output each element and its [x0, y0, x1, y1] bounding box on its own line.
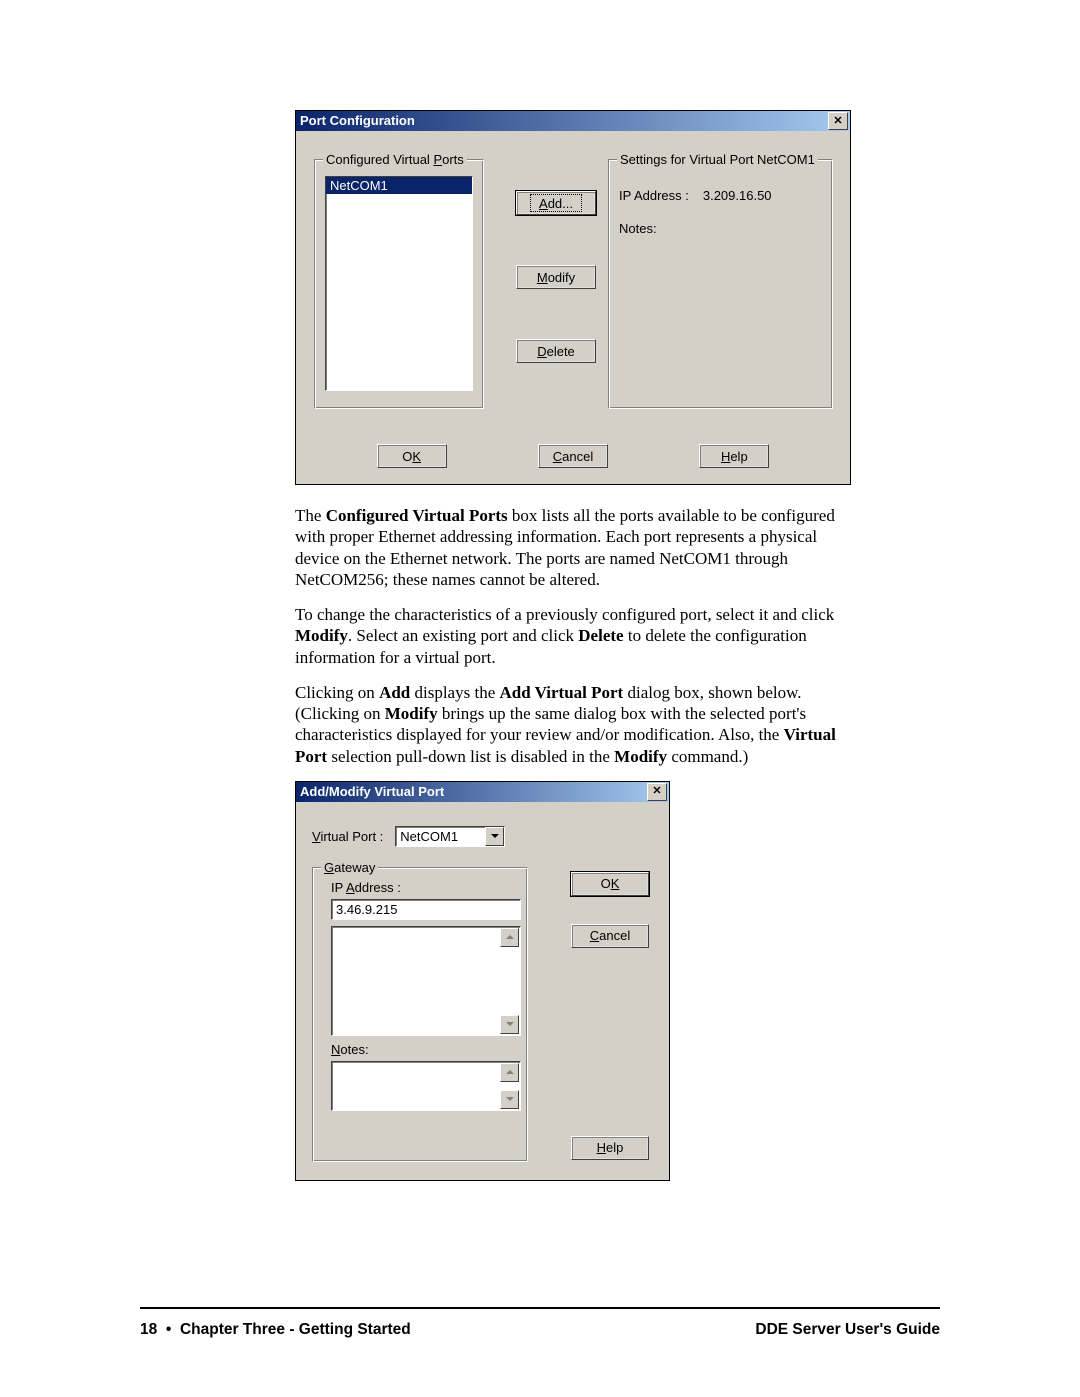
notes-row: Notes:	[619, 221, 822, 236]
paragraph: Clicking on Add displays the Add Virtual…	[295, 682, 851, 767]
chevron-down-icon	[506, 1097, 514, 1101]
title-bar: Port Configuration ✕	[296, 111, 850, 131]
ok-button[interactable]: OK	[571, 872, 649, 896]
scrollbar	[500, 1063, 519, 1109]
chevron-up-icon	[506, 1070, 514, 1074]
chevron-up-icon	[506, 935, 514, 939]
paragraph: The Configured Virtual Ports box lists a…	[295, 505, 851, 590]
chevron-down-icon	[506, 1022, 514, 1026]
document-page: Port Configuration ✕ Configured Virtual …	[0, 0, 1080, 1397]
notes-label: Notes:	[331, 1042, 517, 1057]
address-list-textarea[interactable]	[331, 926, 521, 1036]
close-button[interactable]: ✕	[647, 783, 667, 801]
settings-group: Settings for Virtual Port NetCOM1 IP Add…	[608, 159, 833, 409]
footer-left: 18 • Chapter Three - Getting Started	[140, 1321, 411, 1339]
combobox-arrow-button[interactable]	[485, 827, 504, 846]
cancel-button[interactable]: Cancel	[538, 444, 608, 468]
scroll-down-button[interactable]	[500, 1090, 519, 1109]
scroll-down-button[interactable]	[500, 1015, 519, 1034]
add-button[interactable]: Add...	[516, 191, 596, 215]
list-item[interactable]: NetCOM1	[326, 177, 472, 194]
help-button[interactable]: Help	[571, 1136, 649, 1160]
combobox-value: NetCOM1	[396, 827, 485, 846]
dialog-title: Port Configuration	[300, 111, 415, 131]
dialog-title: Add/Modify Virtual Port	[300, 782, 444, 802]
notes-label: Notes:	[619, 221, 657, 236]
address-list-textarea-wrap	[331, 926, 521, 1036]
center-button-column: Add... Modify Delete	[516, 191, 596, 363]
close-icon: ✕	[652, 786, 661, 797]
add-modify-virtual-port-dialog: Add/Modify Virtual Port ✕ Virtual Port :…	[295, 781, 670, 1181]
modify-button[interactable]: Modify	[516, 265, 596, 289]
group-legend: Gateway	[321, 860, 378, 875]
cancel-button[interactable]: Cancel	[571, 924, 649, 948]
ip-row: IP Address : 3.209.16.50	[619, 188, 822, 203]
paragraph: To change the characteristics of a previ…	[295, 604, 851, 668]
close-icon: ✕	[833, 116, 842, 127]
delete-button[interactable]: Delete	[516, 339, 596, 363]
scrollbar	[500, 928, 519, 1034]
bottom-button-row: OK Cancel Help	[296, 444, 850, 468]
gateway-group: Gateway IP Address : 3.46.9.215	[312, 867, 528, 1162]
ports-listbox[interactable]: NetCOM1	[325, 176, 473, 391]
dialog-body: Configured Virtual Ports NetCOM1 Add... …	[296, 131, 850, 484]
group-legend: Settings for Virtual Port NetCOM1	[617, 152, 818, 167]
configured-ports-group: Configured Virtual Ports NetCOM1	[314, 159, 484, 409]
title-bar: Add/Modify Virtual Port ✕	[296, 782, 669, 802]
virtual-port-label: Virtual Port :	[312, 829, 383, 844]
ok-button[interactable]: OK	[377, 444, 447, 468]
right-button-column: OK Cancel	[571, 872, 649, 948]
virtual-port-combobox[interactable]: NetCOM1	[395, 826, 505, 847]
footer-right: DDE Server User's Guide	[755, 1321, 940, 1339]
notes-textarea-wrap	[331, 1061, 521, 1111]
scroll-up-button[interactable]	[500, 1063, 519, 1082]
scroll-up-button[interactable]	[500, 928, 519, 947]
ip-address-input[interactable]: 3.46.9.215	[331, 899, 521, 920]
chevron-down-icon	[491, 834, 499, 838]
page-footer: 18 • Chapter Three - Getting Started DDE…	[140, 1321, 940, 1339]
help-button[interactable]: Help	[699, 444, 769, 468]
notes-textarea[interactable]	[331, 1061, 521, 1111]
group-legend: Configured Virtual Ports	[323, 152, 467, 167]
ip-label: IP Address :	[619, 188, 689, 203]
dialog-body: Virtual Port : NetCOM1 Gateway IP Addres…	[296, 802, 669, 1180]
close-button[interactable]: ✕	[828, 112, 848, 130]
port-configuration-dialog: Port Configuration ✕ Configured Virtual …	[295, 110, 851, 485]
ip-value: 3.209.16.50	[703, 188, 772, 203]
virtual-port-row: Virtual Port : NetCOM1	[312, 826, 653, 847]
content-column: Port Configuration ✕ Configured Virtual …	[295, 110, 851, 1181]
help-button-wrap: Help	[571, 1136, 649, 1160]
ip-address-label: IP Address :	[331, 880, 517, 895]
footer-rule	[140, 1307, 940, 1309]
